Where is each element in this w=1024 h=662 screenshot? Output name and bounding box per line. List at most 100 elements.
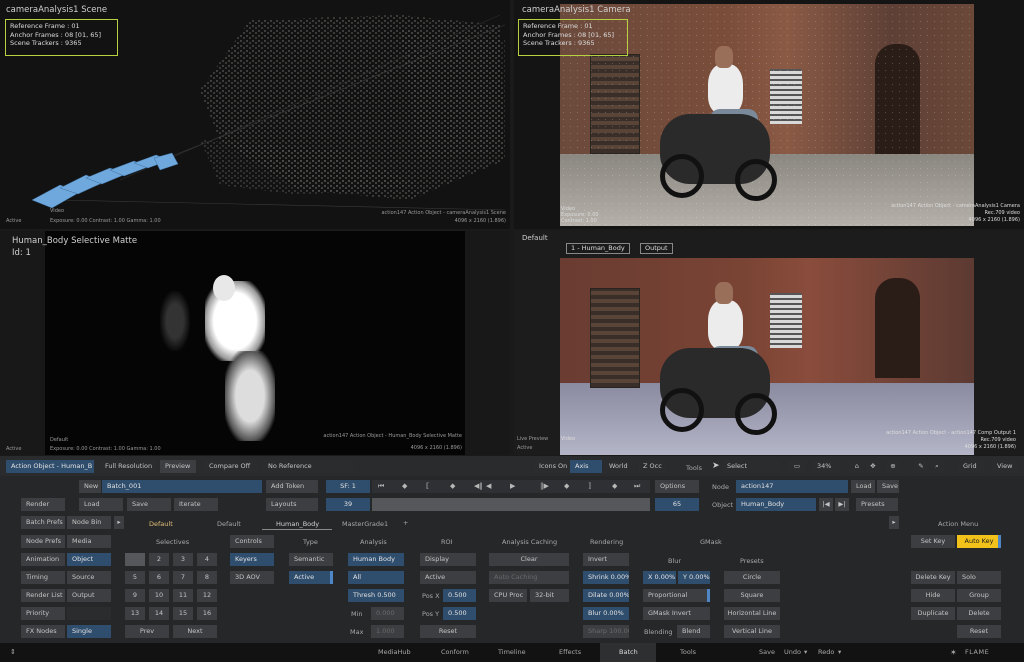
mark-out-icon[interactable]: ⟧ xyxy=(588,482,591,490)
object-button[interactable]: Object xyxy=(67,553,111,566)
tab-mediahub[interactable]: MediaHub xyxy=(378,648,411,656)
min-field[interactable]: 0.000 xyxy=(371,607,404,620)
single-button[interactable]: Single xyxy=(67,625,111,638)
selective-cell-1[interactable] xyxy=(125,553,145,566)
output-tag[interactable]: Output xyxy=(640,243,673,254)
select-tool[interactable]: Select xyxy=(722,460,780,473)
3d-aov-button[interactable]: 3D AOV xyxy=(230,571,274,584)
posx-field[interactable]: 0.500 xyxy=(443,589,476,602)
preview-button[interactable]: Preview xyxy=(160,460,196,473)
tab-effects[interactable]: Effects xyxy=(559,648,581,656)
icons-on-button[interactable]: Icons On xyxy=(534,460,568,473)
save-button[interactable]: Save xyxy=(759,648,775,656)
go-start-icon[interactable]: ⏮ xyxy=(378,482,384,491)
selective-cell-11[interactable]: 11 xyxy=(173,589,193,602)
undo-button[interactable]: Undo xyxy=(784,648,801,656)
keyers-button[interactable]: Keyers xyxy=(230,553,274,566)
eyedropper-icon[interactable]: ✎ xyxy=(914,460,928,473)
object-selector[interactable]: Action Object - Human_B xyxy=(6,460,94,473)
selective-cell-14[interactable]: 14 xyxy=(149,607,169,620)
gmask-y-field[interactable]: Y 0.00% xyxy=(678,571,710,584)
gmask-invert-button[interactable]: GMask Invert xyxy=(643,607,710,620)
tab-tools[interactable]: Tools xyxy=(680,648,696,656)
magnifier-icon[interactable]: ⌕ xyxy=(930,460,944,473)
sf-field[interactable]: SF: 1 xyxy=(326,480,370,493)
add-tab-button[interactable]: + xyxy=(403,519,408,527)
human-body-selector[interactable]: Human Body xyxy=(348,553,404,566)
node-name-field[interactable]: action147 xyxy=(736,480,848,493)
view-button[interactable]: View xyxy=(992,460,1018,473)
node-load-button[interactable]: Load xyxy=(851,480,875,493)
iterate-button[interactable]: Iterate xyxy=(174,498,218,511)
redo-button[interactable]: Redo xyxy=(818,648,834,656)
orbit-icon[interactable]: ⊕ xyxy=(886,460,900,473)
render-list-button[interactable]: Render List xyxy=(21,589,65,602)
preset-vertical-line[interactable]: Vertical Line xyxy=(724,625,780,638)
menu-arrow-icon[interactable]: ⇕ xyxy=(10,648,16,656)
tab-default-2[interactable]: Default xyxy=(217,520,241,528)
world-button[interactable]: World xyxy=(604,460,636,473)
home-icon[interactable]: ⌂ xyxy=(850,460,864,473)
shrink-field[interactable]: Shrink 0.00% xyxy=(583,571,629,584)
all-selector[interactable]: All xyxy=(348,571,404,584)
auto-caching-button[interactable]: Auto Caching xyxy=(489,571,569,584)
new-button[interactable]: New xyxy=(79,480,101,493)
roi-reset-button[interactable]: Reset xyxy=(420,625,476,638)
tab-default[interactable]: Default xyxy=(149,520,173,528)
tab-conform[interactable]: Conform xyxy=(441,648,469,656)
viewport-layout-icon[interactable]: ▭ xyxy=(788,460,806,473)
selective-cell-3[interactable]: 3 xyxy=(173,553,193,566)
zocc-button[interactable]: Z Occ xyxy=(638,460,666,473)
layer-tag[interactable]: 1 - Human_Body xyxy=(566,243,630,254)
prev-object-icon[interactable]: |◀ xyxy=(819,498,833,511)
viewport-scene[interactable]: cameraAnalysis1 Scene Reference Frame : … xyxy=(0,0,510,229)
node-prefs-button[interactable]: Node Prefs xyxy=(21,535,65,548)
end-frame-field[interactable]: 65 xyxy=(655,498,699,511)
output-button[interactable]: Output xyxy=(67,589,111,602)
gmask-x-field[interactable]: X 0.00% xyxy=(643,571,676,584)
selective-cell-15[interactable]: 15 xyxy=(173,607,193,620)
timeline-scrubber[interactable] xyxy=(372,498,650,511)
blend-selector[interactable]: Blend xyxy=(677,625,710,638)
semantic-button[interactable]: Semantic xyxy=(289,553,333,566)
grid-button[interactable]: Grid xyxy=(958,460,984,473)
add-token-button[interactable]: Add Token xyxy=(266,480,318,493)
display-button[interactable]: Display xyxy=(420,553,476,566)
next-key-icon[interactable]: ◆ xyxy=(564,482,569,490)
pan-icon[interactable]: ✥ xyxy=(866,460,880,473)
proportional-button[interactable]: Proportional xyxy=(643,589,710,602)
roi-active-button[interactable]: Active xyxy=(420,571,476,584)
play-reverse-icon[interactable]: ◀ xyxy=(486,482,491,490)
selective-cell-5[interactable]: 5 xyxy=(125,571,145,584)
tab-mastergrade[interactable]: MasterGrade1 xyxy=(342,520,388,528)
zoom-selector[interactable]: 34% xyxy=(812,460,840,473)
full-resolution-button[interactable]: Full Resolution xyxy=(100,460,157,473)
controls-button[interactable]: Controls xyxy=(230,535,274,548)
selective-cell-9[interactable]: 9 xyxy=(125,589,145,602)
compare-button[interactable]: Compare Off xyxy=(204,460,258,473)
bit-depth-selector[interactable]: 32-bit xyxy=(530,589,569,602)
blur-field[interactable]: Blur 0.00% xyxy=(583,607,629,620)
redo-arrow-icon[interactable]: ▾ xyxy=(838,648,841,656)
options-button[interactable]: Options xyxy=(655,480,699,493)
selective-cell-4[interactable]: 4 xyxy=(197,553,217,566)
key-icon[interactable]: ◆ xyxy=(450,482,455,490)
step-forward-icon[interactable]: ‖▶ xyxy=(540,482,549,490)
batch-name-field[interactable]: Batch_001 xyxy=(102,480,262,493)
timing-button[interactable]: Timing xyxy=(21,571,65,584)
next-object-icon[interactable]: ▶| xyxy=(835,498,849,511)
viewport-matte[interactable]: Human_Body Selective Matte Id: 1 Default… xyxy=(0,231,510,455)
sharp-field[interactable]: Sharp 100.00 xyxy=(583,625,629,638)
bin-arrow-icon[interactable]: ▸ xyxy=(114,516,124,529)
type-active-button[interactable]: Active xyxy=(289,571,333,584)
selective-cell-6[interactable]: 6 xyxy=(149,571,169,584)
media-button[interactable]: Media xyxy=(67,535,111,548)
presets-button[interactable]: Presets xyxy=(856,498,898,511)
batch-prefs-button[interactable]: Batch Prefs xyxy=(21,516,65,529)
selective-cell-13[interactable]: 13 xyxy=(125,607,145,620)
solo-button[interactable]: Solo xyxy=(957,571,1001,584)
reference-selector[interactable]: No Reference xyxy=(263,460,353,473)
delete-key-button[interactable]: Delete Key xyxy=(911,571,955,584)
go-end-icon[interactable]: ⏭ xyxy=(634,482,640,491)
tab-batch[interactable]: Batch xyxy=(619,648,638,656)
